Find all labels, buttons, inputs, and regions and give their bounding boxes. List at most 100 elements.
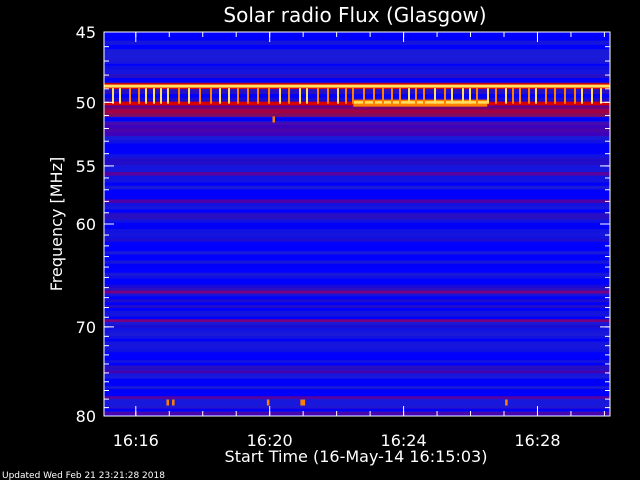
spectrogram-plot-area — [104, 32, 610, 417]
spike — [257, 88, 259, 104]
spike — [564, 88, 566, 104]
spike — [495, 88, 497, 104]
spectrogram-band — [104, 36, 610, 41]
spectrogram-band — [104, 346, 610, 350]
spectrogram-band — [104, 324, 610, 328]
spectrogram-band — [104, 313, 610, 317]
chart-title: Solar radio Flux (Glasgow) — [223, 3, 486, 27]
spectrogram-band — [104, 344, 610, 348]
spike — [129, 88, 131, 104]
spectrogram-band — [104, 157, 610, 162]
spectrogram-band — [104, 408, 610, 412]
spectrogram-band — [104, 143, 610, 148]
spike — [363, 88, 365, 104]
spectrogram-band — [104, 202, 610, 207]
spectrogram-band — [104, 171, 610, 176]
spectrogram-band — [104, 219, 610, 223]
spectrogram-band — [104, 189, 610, 193]
spike — [408, 88, 410, 104]
blip — [166, 399, 169, 406]
y-tick-label: 50 — [76, 93, 96, 112]
spike — [219, 88, 221, 104]
spectrogram-band — [104, 122, 610, 137]
spectrogram-band — [104, 269, 610, 273]
spectrogram-band — [104, 229, 610, 233]
spectrogram-band — [104, 388, 610, 392]
spike — [138, 88, 140, 104]
spectrogram-band — [104, 225, 610, 230]
spectrogram-band — [104, 373, 610, 377]
spectrogram-band — [104, 44, 610, 50]
spectrogram-band — [104, 310, 610, 314]
spectrogram-band — [104, 192, 610, 197]
spectrogram-band — [104, 69, 610, 75]
spectrogram-band — [104, 275, 610, 280]
spectrogram-band — [104, 65, 610, 71]
spectrogram-band — [104, 199, 610, 204]
spike — [210, 88, 212, 104]
spectrogram-band — [104, 232, 610, 236]
spectrogram-band — [104, 333, 610, 337]
spectrogram-band — [104, 244, 610, 249]
spectrogram-band — [104, 209, 610, 214]
spectrogram-band — [104, 146, 610, 151]
x-tick-label: 16:16 — [113, 431, 159, 450]
spectrogram-band — [104, 178, 610, 183]
spectrogram-band — [104, 284, 610, 288]
footer-updated: Updated Wed Feb 21 23:21:28 2018 — [2, 471, 165, 480]
spectrogram-band — [104, 357, 610, 361]
y-tick-label: 80 — [76, 407, 96, 426]
spectrogram-band — [104, 327, 610, 331]
spectrogram-band — [104, 368, 610, 371]
spike — [178, 88, 180, 104]
spectrogram-band — [104, 290, 610, 294]
spike — [600, 88, 602, 104]
spectrogram-band — [104, 161, 610, 166]
spectrogram-band — [104, 272, 610, 277]
x-axis-label: Start Time (16-May-14 16:15:03) — [225, 447, 488, 466]
spectrogram-band — [104, 281, 610, 285]
blip — [272, 116, 275, 123]
spectrogram-band — [104, 266, 610, 270]
spectrogram-band — [104, 139, 610, 144]
spike — [228, 88, 230, 104]
blip — [172, 399, 175, 406]
y-tick-label: 55 — [76, 157, 96, 176]
spike — [591, 88, 593, 104]
spectrogram-band — [104, 212, 610, 217]
spectrogram-band — [104, 378, 610, 382]
spike — [512, 88, 514, 104]
spike — [199, 88, 201, 104]
spectrogram-band — [104, 396, 610, 400]
spectrogram-band — [104, 263, 610, 267]
spectrogram-band — [104, 260, 610, 264]
spectrogram-band — [104, 154, 610, 159]
spike — [535, 88, 537, 104]
spike — [299, 88, 301, 104]
spectrogram-band — [104, 381, 610, 384]
spectrogram-band — [104, 257, 610, 261]
spectrogram-band — [104, 411, 610, 416]
spectrogram-band — [104, 307, 610, 312]
spectrogram-band — [104, 400, 610, 408]
spectrogram-band — [104, 278, 610, 282]
spectrogram-band — [104, 393, 610, 397]
spike — [188, 88, 190, 104]
spectrogram-band — [104, 322, 610, 326]
spike — [451, 88, 453, 104]
spectrogram-band — [104, 254, 610, 258]
spectrogram-band — [104, 305, 610, 309]
blip — [300, 399, 303, 406]
spectrogram-band — [104, 106, 610, 117]
y-tick-label: 45 — [76, 23, 96, 42]
spike — [145, 88, 147, 104]
spectrogram-band — [104, 349, 610, 353]
spectrogram-band — [104, 175, 610, 180]
spectrogram-band — [104, 117, 610, 122]
spike — [391, 88, 393, 104]
spectrogram-band — [104, 182, 610, 187]
spectrogram-band — [104, 316, 610, 320]
spike — [545, 88, 547, 104]
y-tick-label: 60 — [76, 215, 96, 234]
spectrogram-band — [104, 391, 610, 395]
